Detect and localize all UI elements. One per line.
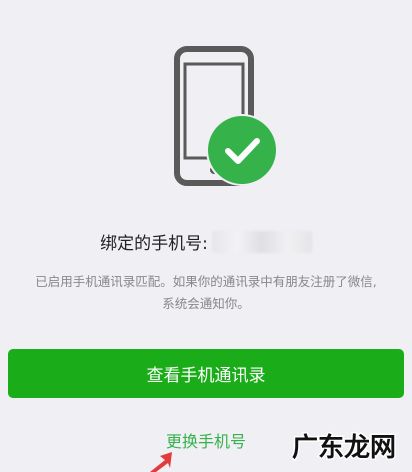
verified-badge [208,116,276,184]
change-phone-link[interactable]: 更换手机号 [148,428,264,452]
description-line-1: 已启用手机通讯录匹配。如果你的通讯录中有朋友注册了微信, [35,274,377,289]
watermark-logo: 广东龙网 [290,431,397,465]
phone-number-redacted [211,230,312,253]
bound-phone-row: 绑定的手机号: [0,229,412,259]
bound-phone-label: 绑定的手机号: [100,234,208,254]
contacts-match-description: 已启用手机通讯录匹配。如果你的通讯录中有朋友注册了微信, 系统会通知你。 [8,271,404,315]
arrow-annotation-icon [150,452,172,472]
view-contacts-button[interactable]: 查看手机通讯录 [8,349,404,398]
description-line-2: 系统会通知你。 [162,296,250,311]
svg-text:广东龙网: 广东龙网 [292,432,396,463]
hero-illustration [160,40,280,200]
checkmark-icon [225,138,260,164]
bind-phone-screen: 绑定的手机号: 已启用手机通讯录匹配。如果你的通讯录中有朋友注册了微信, 系统会… [0,0,412,472]
